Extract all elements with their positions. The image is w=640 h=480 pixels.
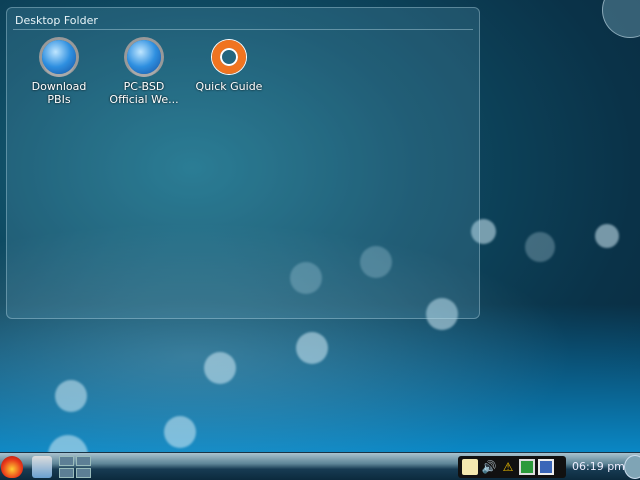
globe-gear-icon (127, 40, 161, 74)
taskbar: 🔊 ⚠ 06:19 pm (0, 452, 640, 480)
volume-icon[interactable]: 🔊 (481, 459, 497, 475)
system-tray: 🔊 ⚠ (458, 456, 566, 478)
application-launcher-icon[interactable] (1, 456, 23, 478)
icon-label: Quick Guide (195, 80, 263, 93)
folder-divider (13, 29, 473, 30)
wallpaper-bokeh (164, 416, 196, 448)
desktop-folder-widget: Desktop Folder Download PBIs PC-BSD Offi… (6, 7, 480, 319)
clock[interactable]: 06:19 pm (572, 460, 625, 473)
wallpaper-bokeh (296, 332, 328, 364)
wallpaper-bokeh (55, 380, 87, 412)
network-icon[interactable] (519, 459, 535, 475)
clipboard-icon[interactable] (462, 459, 478, 475)
desktop-icon-download-pbis[interactable]: Download PBIs (19, 40, 99, 106)
warning-icon[interactable]: ⚠ (500, 459, 516, 475)
desktop-pager[interactable] (59, 456, 91, 478)
icon-label: Download (31, 80, 87, 93)
wallpaper-bokeh (595, 224, 619, 248)
lifebuoy-icon (212, 40, 246, 74)
globe-gear-icon (42, 40, 76, 74)
desktop-toolbox-button[interactable] (602, 0, 640, 38)
wallpaper-bokeh (525, 232, 555, 262)
folder-title: Desktop Folder (15, 14, 98, 27)
wallpaper-bokeh (204, 352, 236, 384)
desktop-icon-quick-guide[interactable]: Quick Guide (189, 40, 269, 93)
icon-label: PC-BSD (123, 80, 165, 93)
desktop-icon-pcbsd-website[interactable]: PC-BSD Official We... (104, 40, 184, 106)
system-manager-icon[interactable] (32, 456, 52, 478)
icon-label: Official We... (109, 93, 179, 106)
update-icon[interactable] (538, 459, 554, 475)
icon-label: PBIs (47, 93, 71, 106)
panel-toolbox-button[interactable] (624, 455, 640, 479)
